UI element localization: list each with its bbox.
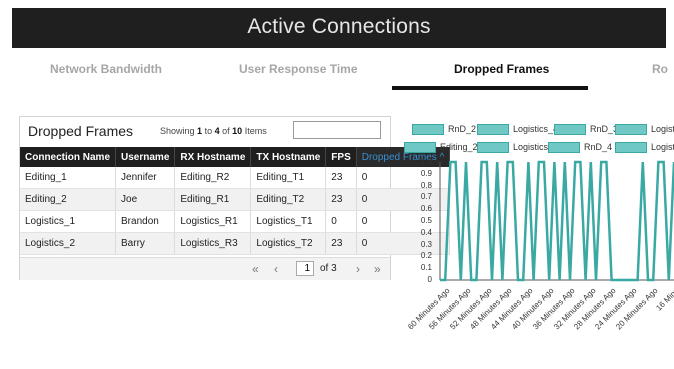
series-line <box>440 160 674 282</box>
chart-series <box>440 160 674 282</box>
